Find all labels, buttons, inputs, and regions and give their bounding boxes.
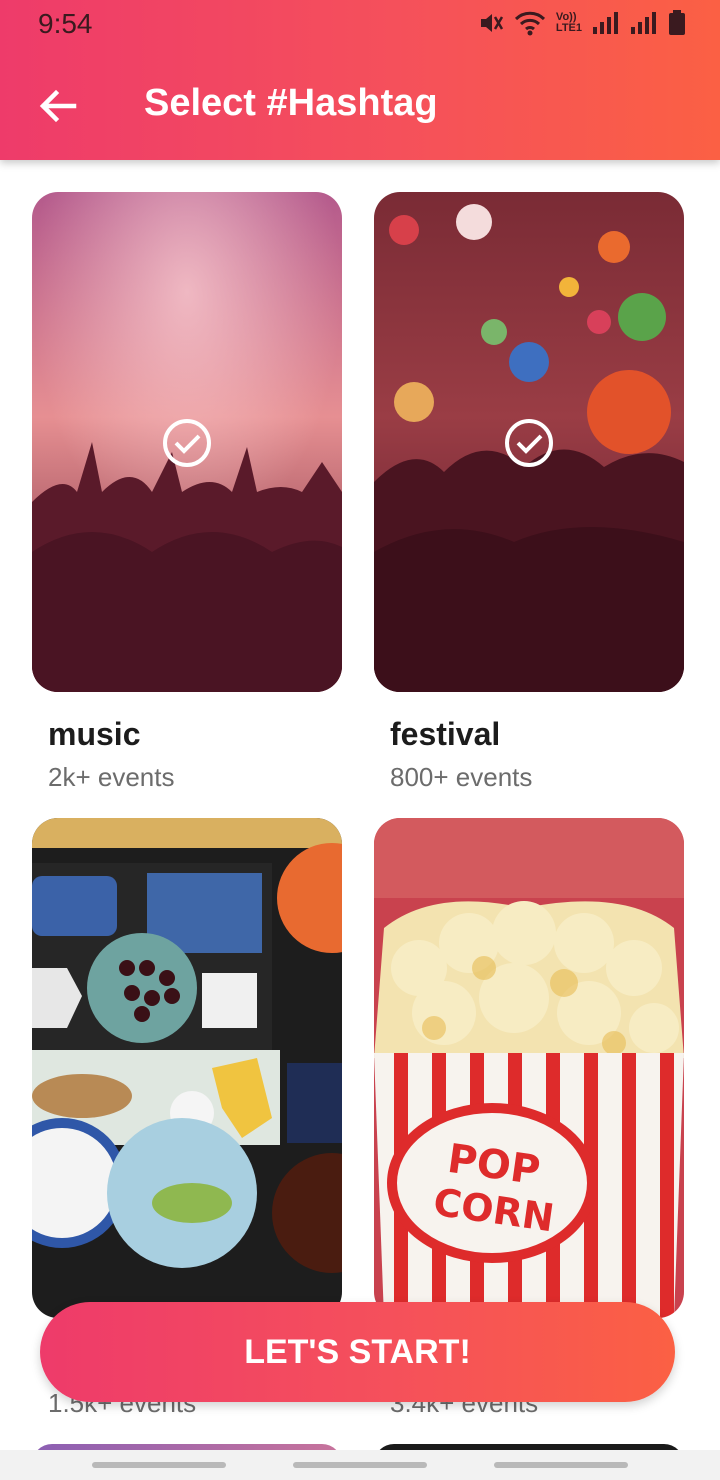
signal-icon: [631, 12, 656, 34]
nav-back-button[interactable]: [494, 1462, 628, 1468]
hashtag-name: music: [48, 716, 141, 752]
status-icons: Vo)) LTE1: [478, 10, 686, 36]
nav-recents-button[interactable]: [92, 1462, 226, 1468]
check-circle-icon: [505, 419, 553, 467]
hashtag-event-count: 800+ events: [390, 762, 533, 792]
wifi-icon: [514, 11, 545, 36]
japanese-meal-image: [32, 818, 342, 1318]
page-title: Select #Hashtag: [144, 82, 438, 124]
hashtag-name: festival: [390, 716, 501, 752]
back-arrow-icon[interactable]: [36, 84, 80, 128]
hashtag-event-count: 2k+ events: [48, 762, 175, 792]
hashtag-card-music[interactable]: [32, 192, 342, 692]
popcorn-image: POP CORN: [374, 818, 684, 1318]
check-circle-icon: [163, 419, 211, 467]
signal-icon: [593, 12, 618, 34]
lte-label: Vo)) LTE1: [555, 11, 582, 34]
app-header: 9:54 Vo)) LTE1 Select #Hashtag: [0, 0, 720, 160]
hashtag-card-movies[interactable]: POP CORN: [374, 818, 684, 1318]
hashtag-card-festival[interactable]: [374, 192, 684, 692]
hashtag-card-food[interactable]: [32, 818, 342, 1318]
mute-icon: [480, 14, 504, 32]
system-navigation-bar: [0, 1450, 720, 1480]
lets-start-button[interactable]: LET'S START!: [40, 1302, 675, 1402]
nav-home-button[interactable]: [293, 1462, 427, 1468]
battery-icon: [669, 10, 685, 35]
status-time: 9:54: [38, 8, 93, 39]
